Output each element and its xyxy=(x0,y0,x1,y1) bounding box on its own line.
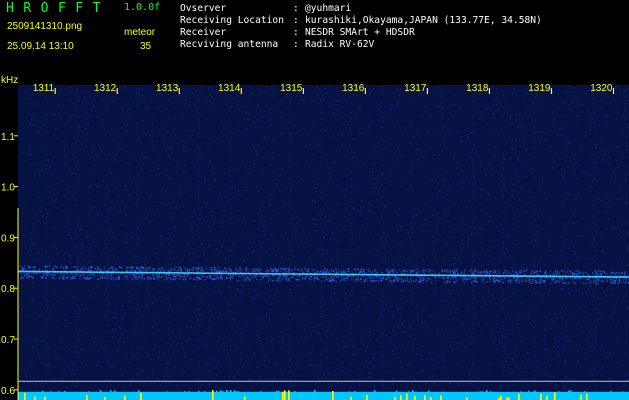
info-row-location: Receiving Location: kurashiki,Okayama,JAP… xyxy=(180,15,542,26)
spectrogram-chart: 1.1 1.0 0.9 0.8 0.7 0.6 1311 1312 1313 1314 1315 13… xyxy=(1,83,629,400)
x-tick-label: 1318 xyxy=(466,83,489,94)
station-info: Ovserver: @yuhmari Receiving Location: kur… xyxy=(180,3,542,51)
x-tick-label: 1314 xyxy=(218,83,241,94)
info-row-antenna: Recviving antenna: Radix RV-62V xyxy=(180,39,375,50)
spectrogram-background xyxy=(18,85,629,400)
x-tick-label: 1311 xyxy=(33,83,55,94)
timestamp: 25.09.14 13:10 xyxy=(7,41,74,52)
y-axis-label: kHz xyxy=(1,75,19,86)
app-name: HROFFT xyxy=(6,1,110,16)
y-tick-label: 0.9 xyxy=(1,233,15,244)
filename: 2509141310.png xyxy=(7,21,83,32)
x-tick-label: 1315 xyxy=(280,83,303,94)
x-tick-label: 1320 xyxy=(590,83,613,94)
x-tick-label: 1319 xyxy=(528,83,551,94)
info-row-observer: Ovserver: @yuhmari xyxy=(180,3,352,14)
y-tick-label: 1.1 xyxy=(1,132,15,143)
mode-label: meteor xyxy=(124,27,156,38)
app-version: 1.0.0f xyxy=(124,2,161,13)
y-tick-label: 0.7 xyxy=(1,335,15,346)
count-value: 35 xyxy=(140,41,152,52)
x-tick-label: 1317 xyxy=(404,83,427,94)
y-tick-label: 0.8 xyxy=(1,284,15,295)
x-tick-label: 1312 xyxy=(94,83,117,94)
x-tick-label: 1313 xyxy=(156,83,179,94)
y-tick-label: 0.6 xyxy=(1,386,15,397)
info-row-receiver: Receiver: NESDR SMArt + HDSDR xyxy=(180,27,415,38)
x-tick-label: 1316 xyxy=(342,83,365,94)
y-tick-label: 1.0 xyxy=(1,183,15,194)
